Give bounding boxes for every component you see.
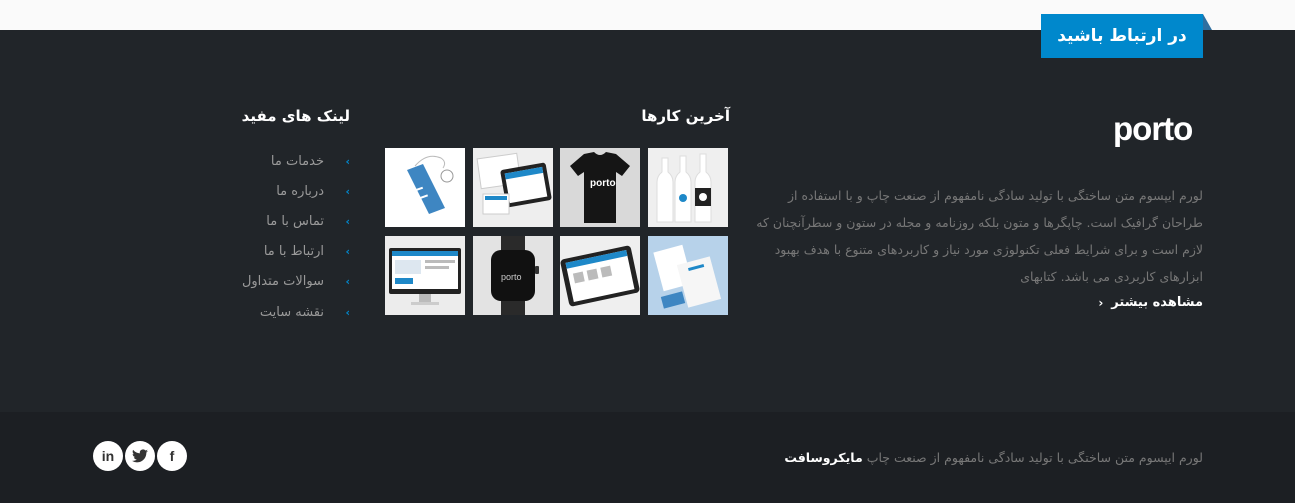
useful-link-about[interactable]: › درباره ما (200, 176, 350, 206)
about-text: لورم ایپسوم متن ساختگی با تولید سادگی نا… (756, 188, 1203, 284)
web-mockup-image (473, 148, 553, 227)
logo-text: porto (1113, 110, 1192, 147)
facebook-icon[interactable]: f (157, 441, 187, 471)
linkedin-label: in (101, 448, 115, 464)
portfolio-item-tag[interactable] (385, 148, 465, 227)
useful-link-contact[interactable]: › تماس با ما (200, 206, 350, 236)
tag-image (385, 148, 465, 227)
useful-links-title: لینک های مفید (241, 107, 350, 125)
twitter-bird-icon (132, 449, 148, 463)
useful-link-label: خدمات ما (270, 153, 324, 169)
useful-link-label: نقشه سایت (259, 304, 324, 320)
monitor-image (385, 236, 465, 315)
chevron-left-icon: › (345, 275, 350, 289)
tshirt-image: porto (560, 148, 640, 227)
read-more-label: مشاهده بیشتر (1111, 295, 1203, 310)
twitter-icon[interactable] (125, 441, 155, 471)
chevron-left-icon: ‹ (1098, 295, 1104, 310)
porto-logo[interactable]: porto (1113, 110, 1203, 150)
copyright-text: لورم ایپسوم متن ساختگی با تولید سادگی نا… (700, 450, 1203, 465)
useful-link-label: تماس با ما (266, 213, 324, 229)
latest-works-title: آخرین کارها (641, 107, 730, 125)
portfolio-item-web[interactable] (473, 148, 553, 227)
useful-link-sitemap[interactable]: › نقشه سایت (200, 297, 350, 327)
copyright-brand-link[interactable]: مایکروسافت (784, 450, 862, 465)
useful-links-list: › خدمات ما › درباره ما › تماس با ما › ارتباط… (200, 146, 350, 327)
portfolio-item-tablet[interactable] (560, 236, 640, 315)
read-more-link[interactable]: مشاهده بیشتر ‹ (1098, 295, 1203, 310)
tshirt-logo: porto (590, 178, 616, 189)
useful-link-label: درباره ما (276, 183, 324, 199)
chevron-left-icon: › (345, 154, 350, 168)
watch-image: porto (473, 236, 553, 315)
social-links: in f (93, 441, 187, 471)
contact-tab[interactable]: در ارتباط باشید (1041, 14, 1212, 58)
copyright-label: لورم ایپسوم متن ساختگی با تولید سادگی نا… (866, 450, 1203, 465)
chevron-left-icon: › (345, 184, 350, 198)
useful-link-connect[interactable]: › ارتباط با ما (200, 237, 350, 267)
useful-link-faq[interactable]: › سوالات متداول (200, 267, 350, 297)
facebook-label: f (169, 448, 175, 464)
linkedin-icon[interactable]: in (93, 441, 123, 471)
portfolio-item-bottles[interactable] (648, 148, 728, 227)
chevron-left-icon: › (345, 245, 350, 259)
useful-link-label: سوالات متداول (241, 274, 324, 290)
useful-link-services[interactable]: › خدمات ما (200, 146, 350, 176)
portfolio-item-watch[interactable]: porto (473, 236, 553, 315)
useful-link-label: ارتباط با ما (263, 244, 324, 260)
tablet-image (560, 236, 640, 315)
chevron-left-icon: › (345, 214, 350, 228)
portfolio-item-monitor[interactable] (385, 236, 465, 315)
watch-logo: porto (501, 272, 522, 282)
bottles-image (648, 148, 728, 227)
portfolio-grid: porto porto (385, 148, 728, 315)
portfolio-item-stationery[interactable] (648, 236, 728, 315)
portfolio-item-tshirt[interactable]: porto (560, 148, 640, 227)
stationery-image (648, 236, 728, 315)
chevron-left-icon: › (345, 305, 350, 319)
